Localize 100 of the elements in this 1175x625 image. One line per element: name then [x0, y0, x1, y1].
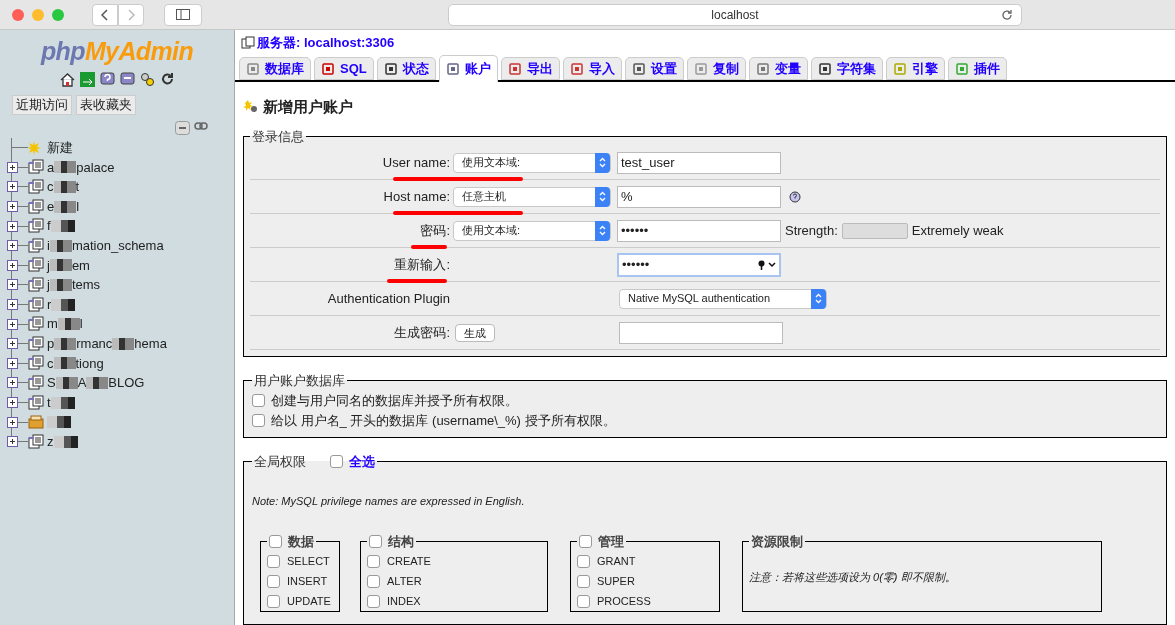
exit-icon[interactable]	[79, 72, 95, 87]
database-name[interactable]: t	[47, 392, 51, 413]
checkbox[interactable]	[269, 534, 282, 548]
pixelated-redaction	[86, 376, 109, 389]
privilege-label: UPDATE	[287, 593, 331, 609]
expand-icon[interactable]	[7, 436, 28, 448]
database-name[interactable]: r	[47, 294, 52, 315]
database-name[interactable]: palace	[76, 157, 115, 178]
text-input[interactable]: test_user	[617, 151, 781, 174]
database-name[interactable]: t	[75, 177, 80, 197]
reload-icon[interactable]	[159, 72, 175, 87]
pixelated-redaction	[49, 259, 72, 272]
expand-icon[interactable]	[7, 397, 28, 408]
nav-tab[interactable]: 字符集	[810, 57, 883, 80]
expand-icon[interactable]	[7, 377, 28, 389]
address-bar[interactable]: localhost	[448, 3, 1022, 26]
nav-tab[interactable]: 状态	[376, 57, 436, 80]
database-name[interactable]: A	[77, 373, 87, 393]
checkbox[interactable]	[367, 554, 380, 568]
expand-icon[interactable]	[7, 279, 28, 291]
nav-tab[interactable]: 引擎	[885, 57, 945, 80]
server-link[interactable]: 服务器: localhost:3306	[257, 33, 395, 53]
database-name[interactable]: p	[47, 334, 55, 354]
database-name[interactable]: rmanc	[76, 334, 113, 354]
expand-icon[interactable]	[7, 259, 28, 271]
database-name[interactable]: a	[47, 157, 55, 178]
text-input[interactable]: %	[617, 185, 781, 208]
expand-icon[interactable]	[7, 220, 28, 232]
database-name[interactable]: j	[47, 255, 50, 276]
sidebar-tab-button[interactable]: 近期访问	[12, 95, 72, 115]
database-name[interactable]: hema	[134, 334, 167, 354]
key-icon[interactable]	[758, 259, 776, 270]
database-name[interactable]: c	[47, 177, 54, 197]
checkbox[interactable]	[577, 594, 590, 608]
expand-icon[interactable]	[7, 357, 28, 369]
collapse-icon[interactable]	[175, 121, 190, 135]
checkbox[interactable]	[577, 574, 590, 588]
dropdown[interactable]: 任意主机	[453, 186, 611, 207]
dropdown[interactable]: 使用文本域:	[453, 152, 611, 173]
database-name[interactable]: l	[76, 196, 80, 217]
home-icon[interactable]	[59, 72, 75, 87]
checkbox[interactable]	[367, 574, 380, 588]
checkbox[interactable]	[579, 534, 592, 548]
link-icon[interactable]	[194, 121, 208, 131]
nav-tab[interactable]: 数据库	[239, 57, 311, 80]
text-input[interactable]: ••••••	[617, 219, 781, 242]
database-name[interactable]: z	[47, 431, 54, 452]
dropdown[interactable]: Native MySQL authentication	[619, 288, 827, 309]
text-input[interactable]	[619, 321, 783, 344]
nav-tab[interactable]: 账户	[438, 55, 498, 82]
help-icon[interactable]	[789, 190, 801, 203]
checkbox[interactable]	[267, 554, 280, 568]
expand-icon[interactable]	[7, 181, 28, 193]
checkbox[interactable]	[252, 394, 265, 407]
checkbox[interactable]	[369, 534, 382, 548]
database-name[interactable]: f	[47, 216, 51, 236]
database-name[interactable]: e	[47, 196, 55, 217]
checkbox[interactable]	[252, 414, 265, 427]
database-name[interactable]: mation_schema	[71, 236, 164, 256]
database-name[interactable]: m	[47, 314, 58, 334]
database-name[interactable]: j	[47, 275, 50, 295]
nav-tab[interactable]: SQL	[314, 57, 374, 80]
database-name[interactable]: 新建	[47, 138, 73, 158]
nav-tab[interactable]: 插件	[947, 57, 1007, 80]
nav-tab[interactable]: 变量	[748, 57, 808, 80]
group-title: 结构	[388, 532, 414, 551]
expand-icon[interactable]	[7, 240, 28, 252]
select-all-link[interactable]: 全选	[349, 451, 375, 471]
nav-tab[interactable]: 设置	[624, 57, 684, 80]
sidebar-button[interactable]	[164, 3, 202, 26]
expand-icon[interactable]	[7, 299, 28, 311]
database-name[interactable]: tiong	[75, 353, 104, 374]
database-name[interactable]: BLOG	[108, 373, 145, 393]
sidebar-tab-button[interactable]: 表收藏夹	[76, 95, 136, 115]
database-name[interactable]: i	[47, 236, 50, 256]
nav-tab[interactable]: 复制	[686, 57, 746, 80]
reload-icon[interactable]	[1001, 8, 1013, 21]
checkbox[interactable]	[367, 594, 380, 608]
nav-tab[interactable]: 导入	[562, 57, 622, 80]
checkbox[interactable]	[330, 454, 343, 468]
privilege-label: ALTER	[387, 573, 422, 589]
password-input[interactable]: ••••••	[617, 252, 781, 277]
database-name[interactable]: tems	[71, 275, 101, 295]
expand-icon[interactable]	[7, 161, 28, 173]
database-name[interactable]: S	[47, 373, 56, 393]
dropdown[interactable]: 使用文本域:	[453, 220, 611, 241]
expand-icon[interactable]	[7, 416, 28, 428]
expand-icon[interactable]	[7, 338, 28, 350]
expand-icon[interactable]	[7, 201, 28, 213]
checkbox[interactable]	[267, 594, 280, 608]
checkbox[interactable]	[267, 574, 280, 588]
help-icon[interactable]	[99, 72, 115, 87]
nav-tab[interactable]: 导出	[500, 57, 560, 80]
expand-icon[interactable]	[7, 318, 28, 330]
database-name[interactable]: c	[47, 353, 54, 374]
database-name[interactable]: em	[71, 255, 90, 276]
checkbox[interactable]	[577, 554, 590, 568]
generate-button[interactable]: 生成	[455, 323, 495, 342]
back-button[interactable]	[92, 3, 118, 26]
database-name[interactable]: l	[79, 314, 83, 334]
